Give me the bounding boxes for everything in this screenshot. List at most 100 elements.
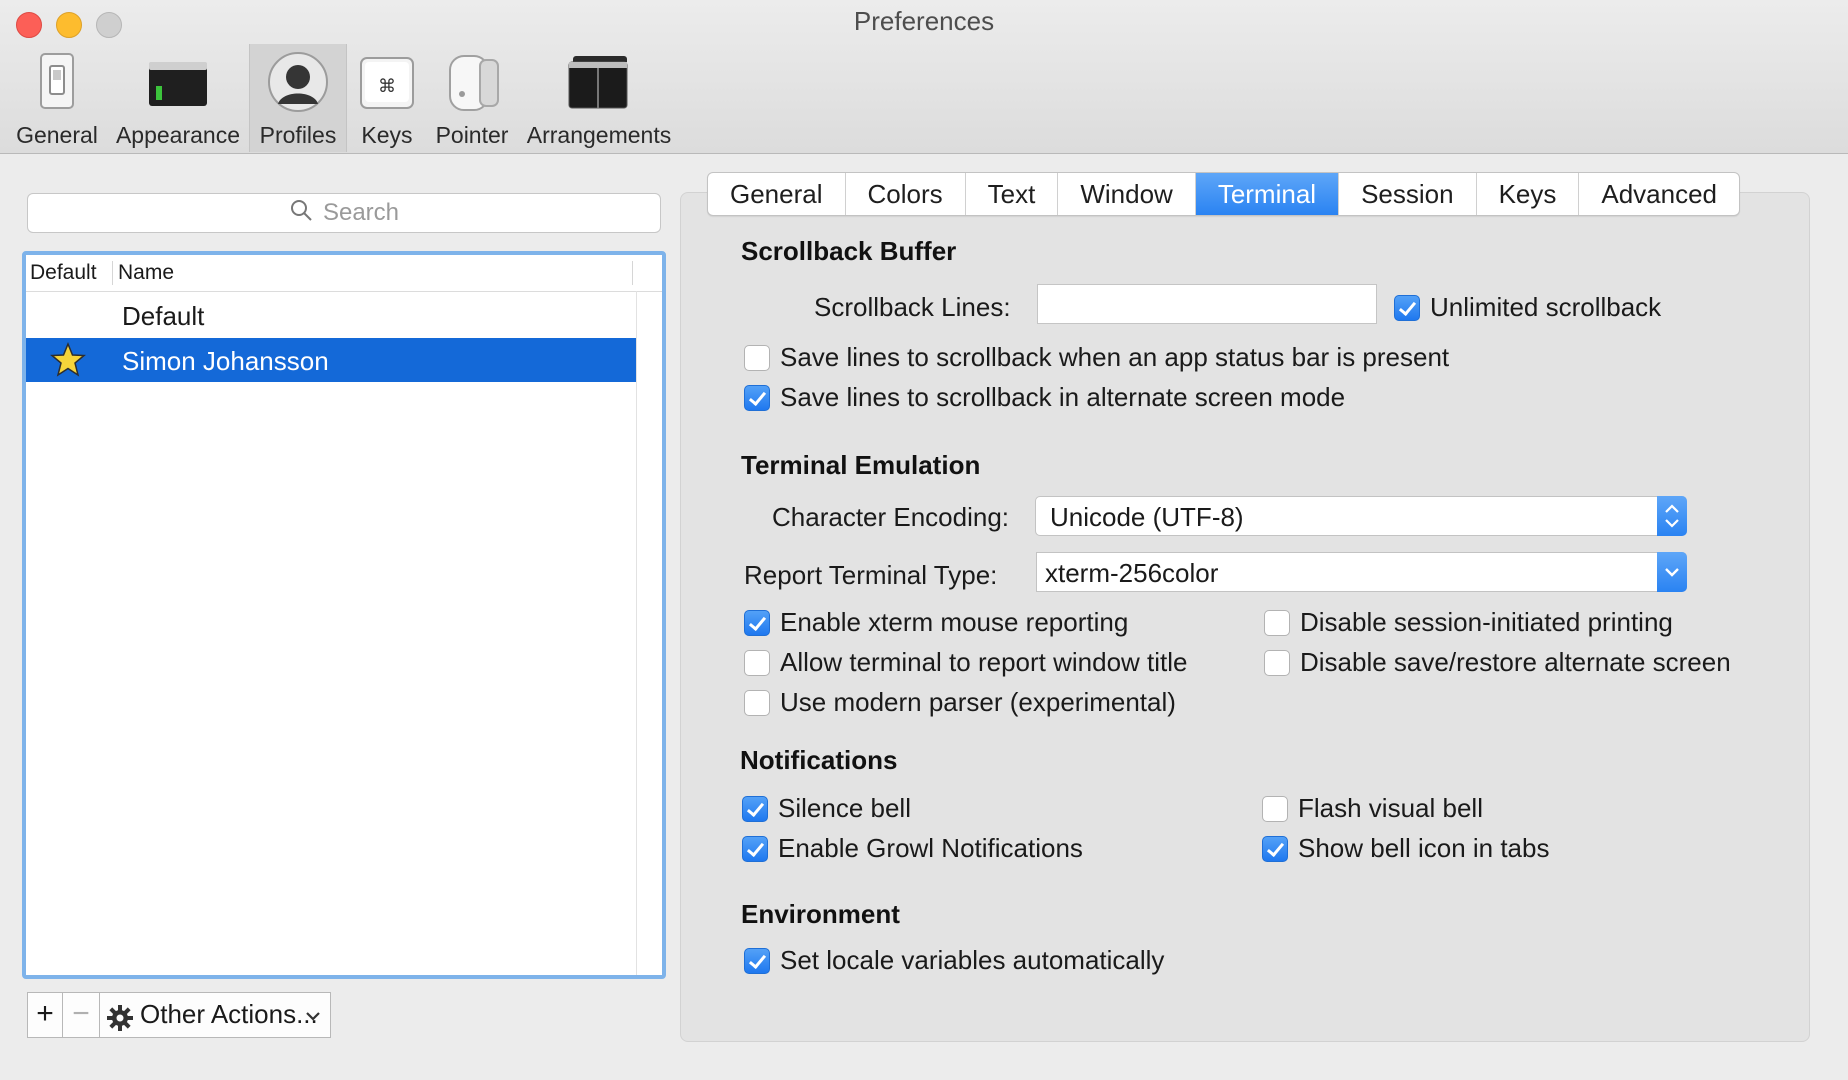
- report-window-title-checkbox[interactable]: Allow terminal to report window title: [744, 647, 1188, 678]
- other-actions-label: Other Actions...: [140, 999, 318, 1029]
- checkbox-label: Use modern parser (experimental): [780, 687, 1176, 717]
- silence-bell-checkbox[interactable]: Silence bell: [742, 793, 911, 824]
- checkbox-box[interactable]: [744, 649, 770, 676]
- notifications-section-title: Notifications: [740, 745, 898, 775]
- save-alternate-screen-checkbox[interactable]: Save lines to scrollback in alternate sc…: [744, 382, 1345, 413]
- chevron-down-icon: [304, 995, 322, 1037]
- tab-colors[interactable]: Colors: [846, 173, 966, 215]
- checkbox-label: Save lines to scrollback when an app sta…: [780, 342, 1450, 372]
- user-silhouette-icon: [266, 50, 330, 114]
- preferences-window: Preferences General Appearance Profiles …: [0, 0, 1848, 1080]
- checkbox-label: Disable save/restore alternate screen: [1300, 647, 1731, 677]
- report-terminal-type-label: Report Terminal Type:: [744, 560, 998, 590]
- remove-profile-button[interactable]: −: [62, 992, 100, 1038]
- profile-row-simon-johansson[interactable]: Simon Johansson: [26, 338, 636, 382]
- report-terminal-type-combo[interactable]: xterm-256color: [1036, 552, 1687, 592]
- xterm-mouse-reporting-checkbox[interactable]: Enable xterm mouse reporting: [744, 607, 1128, 638]
- add-profile-button[interactable]: +: [27, 992, 63, 1038]
- scrollback-lines-input[interactable]: [1037, 284, 1377, 324]
- switch-icon: [25, 50, 89, 114]
- checkbox-label: Save lines to scrollback in alternate sc…: [780, 382, 1346, 412]
- checkbox-label: Flash visual bell: [1298, 793, 1483, 823]
- profile-list[interactable]: Default Name Default Simon Johansson: [22, 251, 666, 979]
- chevron-down-icon: [1657, 552, 1687, 592]
- toolbar-general[interactable]: General: [12, 44, 102, 152]
- tab-keys[interactable]: Keys: [1477, 173, 1580, 215]
- profile-name: Default: [122, 301, 205, 331]
- profile-search-input[interactable]: Search: [27, 193, 661, 233]
- checkbox-box[interactable]: [1264, 609, 1290, 636]
- checkbox-box[interactable]: [744, 609, 770, 636]
- window-title: Preferences: [853, 6, 995, 36]
- checkbox-label: Set locale variables automatically: [780, 945, 1165, 975]
- environment-section-title: Environment: [741, 899, 900, 929]
- column-header-name[interactable]: Name: [118, 261, 174, 285]
- bell-icon-in-tabs-checkbox[interactable]: Show bell icon in tabs: [1262, 833, 1549, 864]
- toolbar: Preferences General Appearance Profiles …: [0, 0, 1848, 154]
- checkbox-box[interactable]: [742, 795, 768, 822]
- checkbox-box[interactable]: [744, 384, 770, 411]
- toolbar-appearance-label: Appearance: [115, 122, 241, 148]
- tab-advanced[interactable]: Advanced: [1579, 173, 1739, 215]
- search-placeholder: Search: [322, 199, 400, 226]
- toolbar-arrangements-label: Arrangements: [526, 122, 672, 148]
- gear-icon: [106, 1002, 134, 1044]
- profile-row-default[interactable]: Default: [26, 293, 636, 337]
- toolbar-appearance[interactable]: Appearance: [112, 44, 244, 152]
- emulation-section-title: Terminal Emulation: [741, 450, 981, 480]
- checkbox-label: Unlimited scrollback: [1430, 292, 1662, 322]
- checkbox-label: Show bell icon in tabs: [1298, 833, 1550, 863]
- set-locale-checkbox[interactable]: Set locale variables automatically: [744, 945, 1164, 976]
- search-icon: [289, 198, 313, 229]
- tab-session[interactable]: Session: [1339, 173, 1477, 215]
- unlimited-scrollback-checkbox[interactable]: Unlimited scrollback: [1394, 292, 1661, 323]
- disable-printing-checkbox[interactable]: Disable session-initiated printing: [1264, 607, 1673, 638]
- toolbar-keys-label: Keys: [361, 122, 413, 148]
- checkbox-box[interactable]: [1264, 649, 1290, 676]
- profile-list-header: Default Name: [26, 255, 662, 292]
- modern-parser-checkbox[interactable]: Use modern parser (experimental): [744, 687, 1176, 718]
- checkbox-box[interactable]: [744, 689, 770, 716]
- mouse-icon: [440, 50, 504, 114]
- toolbar-profiles-label: Profiles: [259, 122, 337, 148]
- svg-text:⌘: ⌘: [378, 76, 396, 97]
- checkbox-box[interactable]: [1394, 294, 1420, 321]
- checkbox-box[interactable]: [1262, 835, 1288, 862]
- disable-alternate-screen-checkbox[interactable]: Disable save/restore alternate screen: [1264, 647, 1731, 678]
- character-encoding-label: Character Encoding:: [772, 502, 1010, 532]
- character-encoding-value: Unicode (UTF-8): [1050, 502, 1244, 532]
- growl-notifications-checkbox[interactable]: Enable Growl Notifications: [742, 833, 1083, 864]
- other-actions-menu[interactable]: Other Actions...: [99, 992, 331, 1038]
- checkbox-box[interactable]: [744, 947, 770, 974]
- tab-terminal[interactable]: Terminal: [1195, 173, 1340, 215]
- window-appearance-icon: [146, 50, 210, 114]
- window-arrangement-icon: [567, 50, 631, 114]
- toolbar-pointer[interactable]: Pointer: [430, 44, 514, 152]
- toolbar-arrangements[interactable]: Arrangements: [524, 44, 674, 152]
- up-down-chevron-icon: [1657, 496, 1687, 536]
- command-key-icon: ⌘: [355, 50, 419, 114]
- toolbar-general-label: General: [16, 122, 98, 148]
- checkbox-box[interactable]: [1262, 795, 1288, 822]
- tab-window[interactable]: Window: [1058, 173, 1196, 215]
- checkbox-label: Allow terminal to report window title: [780, 647, 1188, 677]
- toolbar-profiles[interactable]: Profiles: [249, 44, 347, 152]
- checkbox-label: Disable session-initiated printing: [1300, 607, 1673, 637]
- flash-visual-bell-checkbox[interactable]: Flash visual bell: [1262, 793, 1483, 824]
- checkbox-box[interactable]: [742, 835, 768, 862]
- column-header-default[interactable]: Default: [30, 261, 97, 285]
- character-encoding-select[interactable]: Unicode (UTF-8): [1035, 496, 1687, 536]
- checkbox-label: Enable Growl Notifications: [778, 833, 1083, 863]
- report-terminal-type-value: xterm-256color: [1045, 558, 1219, 588]
- scrollback-section-title: Scrollback Buffer: [741, 236, 957, 266]
- tab-general[interactable]: General: [708, 173, 846, 215]
- checkbox-box[interactable]: [744, 344, 770, 371]
- scrollback-lines-label: Scrollback Lines:: [814, 292, 1011, 322]
- save-status-bar-checkbox[interactable]: Save lines to scrollback when an app sta…: [744, 342, 1449, 373]
- toolbar-pointer-label: Pointer: [435, 122, 509, 148]
- toolbar-keys[interactable]: ⌘ Keys: [352, 44, 422, 152]
- tab-text[interactable]: Text: [966, 173, 1059, 215]
- default-star-icon: [50, 342, 86, 385]
- checkbox-label: Silence bell: [778, 793, 911, 823]
- profile-name: Simon Johansson: [122, 346, 329, 376]
